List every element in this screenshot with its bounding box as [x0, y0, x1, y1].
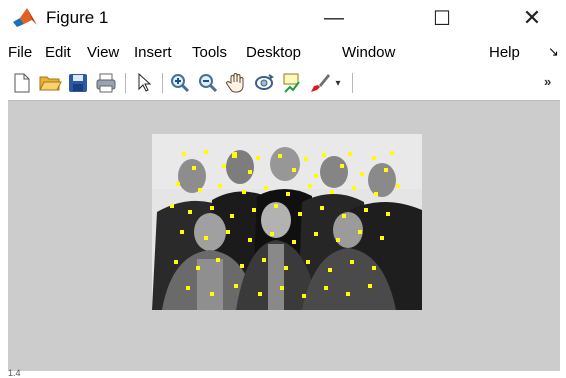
menu-help[interactable]: Help	[489, 44, 520, 61]
open-file-icon[interactable]	[38, 71, 62, 95]
minimize-button[interactable]: —	[304, 0, 364, 36]
save-icon[interactable]	[66, 71, 90, 95]
zoom-out-icon[interactable]	[196, 71, 220, 95]
toolbar-overflow-icon[interactable]: »	[544, 74, 551, 89]
menu-window[interactable]: Window	[342, 44, 395, 61]
print-icon[interactable]	[94, 71, 118, 95]
dropdown-arrow-icon[interactable]: ▾	[332, 71, 344, 95]
menu-desktop-clip: Desktop	[246, 40, 335, 66]
maximize-button[interactable]: ☐	[412, 0, 472, 36]
figure-window: Figure 1 — ☐ ✕ File Edit View Insert Too…	[0, 0, 566, 378]
menu-bar: File Edit View Insert Tools Desktop Wind…	[0, 40, 566, 66]
menu-edit[interactable]: Edit	[45, 44, 71, 61]
rotate-3d-icon[interactable]	[252, 71, 276, 95]
brush-icon[interactable]	[308, 71, 332, 95]
pointer-arrow-icon[interactable]	[132, 71, 156, 95]
toolbar-separator	[352, 73, 353, 93]
menu-file[interactable]: File	[8, 44, 32, 61]
menu-window-clip: Window	[342, 40, 418, 66]
window-title: Figure 1	[46, 8, 109, 27]
close-button[interactable]: ✕	[502, 0, 562, 36]
figure-toolbar: ▾ »	[0, 68, 566, 98]
matlab-logo-icon	[12, 6, 38, 30]
menu-tools[interactable]: Tools	[192, 44, 227, 61]
group-photo-image	[152, 134, 422, 310]
title-bar[interactable]: Figure 1 — ☐ ✕	[0, 0, 566, 36]
image-axes[interactable]	[152, 134, 422, 310]
data-cursor-icon[interactable]	[280, 71, 304, 95]
menu-overflow-icon[interactable]: ↘	[548, 44, 559, 60]
menu-desktop[interactable]: Desktop	[246, 44, 301, 61]
pan-hand-icon[interactable]	[224, 71, 248, 95]
new-figure-icon[interactable]	[10, 71, 34, 95]
toolbar-separator	[125, 73, 126, 93]
zoom-in-icon[interactable]	[168, 71, 192, 95]
menu-insert[interactable]: Insert	[134, 44, 172, 61]
menu-view[interactable]: View	[87, 44, 119, 61]
toolbar-separator	[162, 73, 163, 93]
